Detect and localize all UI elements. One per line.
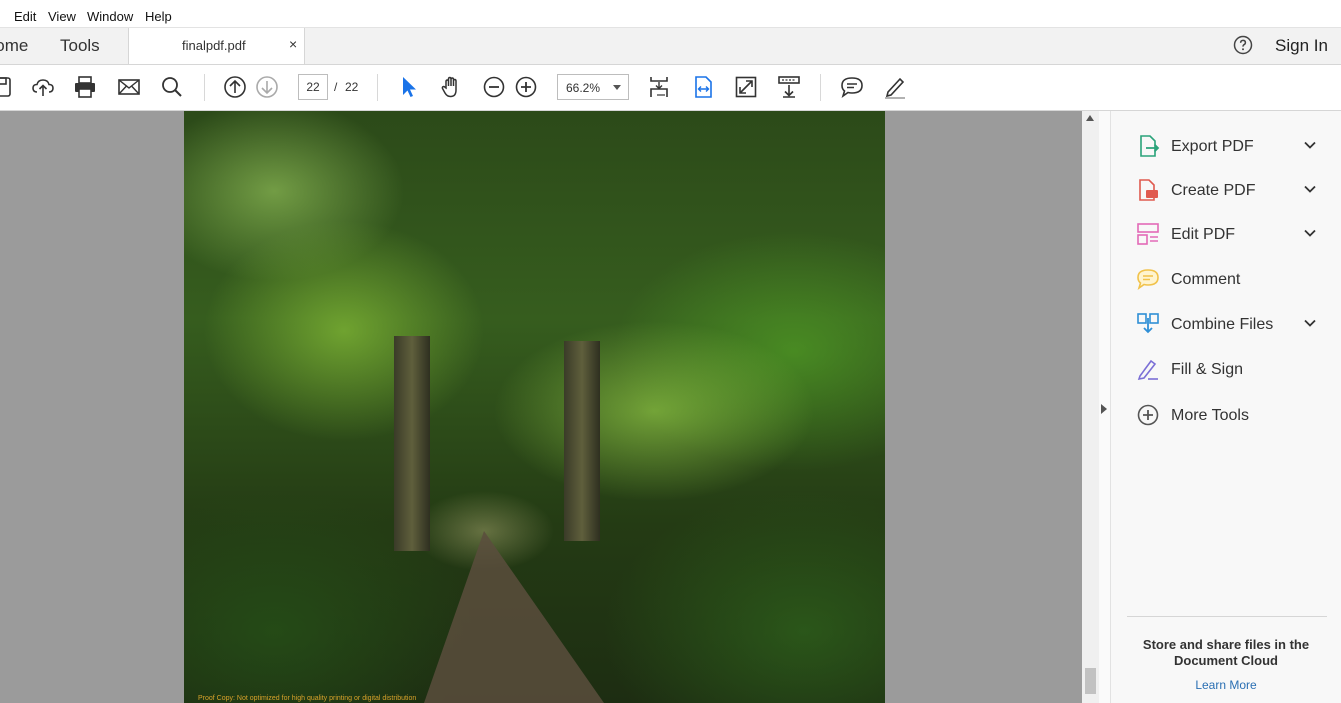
chevron-down-icon (613, 85, 621, 90)
fit-page-icon[interactable] (647, 75, 671, 99)
chevron-down-icon[interactable] (1303, 138, 1317, 152)
comment-tool-icon (1136, 267, 1160, 291)
menu-bar: Edit View Window Help (0, 0, 1341, 28)
create-pdf-icon (1136, 178, 1160, 202)
toolbar-separator (204, 74, 205, 101)
tool-label: Edit PDF (1171, 226, 1236, 243)
close-tab-button[interactable]: × (289, 36, 297, 52)
tool-label: Combine Files (1171, 316, 1274, 333)
pane-collapse-handle[interactable] (1099, 111, 1111, 703)
page-total: 22 (345, 80, 359, 94)
pane-divider (1127, 616, 1327, 617)
tool-edit-pdf[interactable]: Edit PDF (1111, 216, 1341, 252)
help-icon[interactable] (1233, 35, 1253, 55)
print-icon[interactable] (73, 75, 97, 99)
edit-pdf-icon (1136, 222, 1160, 246)
sign-in-button[interactable]: Sign In (1275, 36, 1328, 56)
tool-export-pdf[interactable]: Export PDF (1111, 128, 1341, 164)
document-viewer[interactable]: Proof Copy: Not optimized for high quali… (0, 111, 1082, 703)
combine-files-icon (1136, 312, 1160, 336)
tool-label: Create PDF (1171, 182, 1256, 199)
page-up-icon[interactable] (223, 75, 247, 99)
tools-pane: Export PDF Create PDF Edit PDF Comment C… (1111, 111, 1341, 703)
zoom-dropdown[interactable]: 66.2% (557, 74, 629, 100)
tab-document[interactable]: finalpdf.pdf × (128, 28, 305, 64)
tool-label: Comment (1171, 271, 1241, 288)
vertical-scrollbar[interactable] (1082, 111, 1099, 703)
select-cursor-icon[interactable] (397, 75, 421, 99)
tool-create-pdf[interactable]: Create PDF (1111, 172, 1341, 208)
tab-bar: Home Tools finalpdf.pdf × Sign In (0, 28, 1341, 65)
chevron-down-icon[interactable] (1303, 226, 1317, 240)
document-cloud-promo: Store and share files in the Document Cl… (1142, 637, 1310, 668)
export-pdf-icon (1136, 134, 1160, 158)
tab-tools[interactable]: Tools (60, 28, 100, 64)
fence-post (564, 341, 600, 541)
learn-more-link[interactable]: Learn More (1131, 678, 1321, 692)
sign-icon[interactable] (883, 75, 907, 99)
menu-window[interactable]: Window (87, 9, 133, 24)
proof-caption: Proof Copy: Not optimized for high quali… (198, 695, 417, 702)
email-icon[interactable] (117, 75, 141, 99)
document-tab-title: finalpdf.pdf (182, 38, 246, 53)
tool-combine-files[interactable]: Combine Files (1111, 306, 1341, 342)
scroll-up-arrow[interactable] (1086, 115, 1094, 121)
chevron-down-icon[interactable] (1303, 182, 1317, 196)
fit-width-icon[interactable] (691, 75, 715, 99)
zoom-out-icon[interactable] (482, 75, 506, 99)
scroll-thumb[interactable] (1085, 668, 1096, 694)
menu-help[interactable]: Help (145, 9, 172, 24)
tool-label: Export PDF (1171, 138, 1254, 155)
scroll-mode-icon[interactable] (777, 75, 801, 99)
page-down-icon[interactable] (255, 75, 279, 99)
fence-post (394, 336, 430, 551)
page-number-input[interactable]: 22 (298, 74, 328, 100)
tool-label: More Tools (1171, 407, 1249, 424)
save-icon[interactable] (0, 75, 14, 99)
fill-sign-icon (1136, 357, 1160, 381)
zoom-in-icon[interactable] (514, 75, 538, 99)
toolbar-separator (820, 74, 821, 101)
menu-edit[interactable]: Edit (14, 9, 36, 24)
full-screen-icon[interactable] (734, 75, 758, 99)
tool-comment[interactable]: Comment (1111, 261, 1341, 297)
chevron-right-icon (1101, 404, 1107, 414)
tool-more-tools[interactable]: More Tools (1111, 397, 1341, 433)
toolbar-separator (377, 74, 378, 101)
toolbar: 22 / 22 66.2% (0, 65, 1341, 111)
pdf-page-photo: Proof Copy: Not optimized for high quali… (184, 111, 885, 703)
comment-icon[interactable] (840, 75, 864, 99)
tab-home[interactable]: Home (0, 28, 28, 64)
zoom-value: 66.2% (566, 81, 601, 95)
chevron-down-icon[interactable] (1303, 316, 1317, 330)
menu-view[interactable]: View (48, 9, 76, 24)
page-separator: / (334, 80, 338, 94)
more-tools-icon (1136, 403, 1160, 427)
upload-icon[interactable] (31, 75, 55, 99)
tool-label: Fill & Sign (1171, 361, 1244, 378)
search-icon[interactable] (160, 75, 184, 99)
tool-fill-sign[interactable]: Fill & Sign (1111, 351, 1341, 387)
hand-icon[interactable] (439, 75, 463, 99)
forest-path (424, 531, 604, 703)
